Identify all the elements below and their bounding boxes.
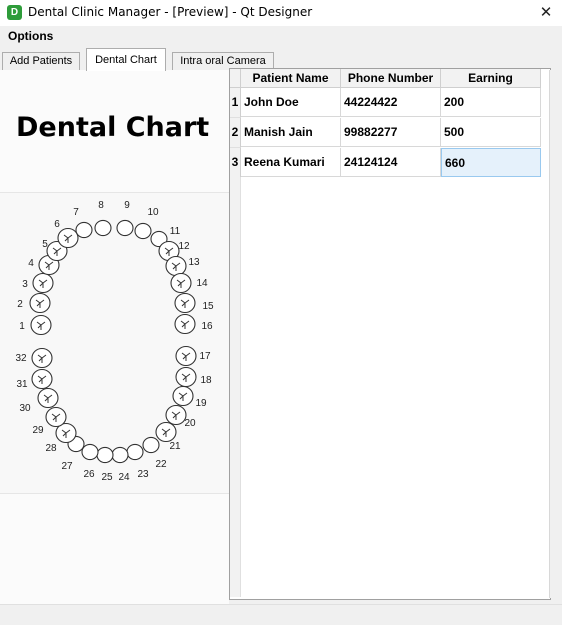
status-bar [0, 604, 562, 625]
tooth-number-label: 7 [73, 207, 79, 218]
cell-earning[interactable]: 500 [441, 118, 541, 147]
tooth-22 [142, 436, 160, 454]
tooth-29 [45, 406, 67, 428]
tooth-number-label: 17 [199, 351, 211, 362]
tab-bar: Add Patients Dental Chart Intra oral Cam… [0, 46, 562, 71]
tooth-number-label: 4 [28, 258, 34, 269]
tooth-number-label: 27 [61, 461, 73, 472]
window-title: Dental Clinic Manager - [Preview] - Qt D… [28, 5, 313, 19]
tooth-number-label: 6 [54, 219, 60, 230]
tooth-1 [30, 314, 52, 336]
tooth-number-label: 31 [16, 379, 28, 390]
tooth-number-label: 30 [19, 403, 31, 414]
tooth-number-label: 11 [170, 226, 181, 237]
page-title: Dental Chart [16, 112, 210, 143]
row-header[interactable]: 1 [230, 88, 241, 118]
tooth-20 [165, 404, 187, 426]
tooth-3 [32, 272, 54, 294]
tooth-18 [175, 366, 197, 388]
tooth-6 [57, 227, 79, 249]
tooth-number-label: 29 [32, 425, 44, 436]
tooth-number-label: 19 [195, 398, 207, 409]
tooth-9 [116, 219, 134, 237]
tooth-30 [37, 387, 59, 409]
table-corner [230, 69, 241, 88]
tooth-number-label: 8 [98, 200, 104, 211]
tooth-32 [31, 347, 53, 369]
dental-chart-panel: Dental Chart 1 2 3 4 5 6 7 8 9 10 11 12 13 14 15 16 17 18… [0, 70, 229, 610]
tooth-19 [172, 385, 194, 407]
tooth-7 [75, 221, 93, 239]
tooth-number-label: 15 [202, 301, 214, 312]
chart-header: Dental Chart [0, 70, 229, 192]
title-bar: D Dental Clinic Manager - [Preview] - Qt… [0, 0, 562, 26]
cell-phone-number[interactable]: 24124124 [341, 148, 441, 177]
tab-dental-chart[interactable]: Dental Chart [86, 48, 166, 71]
app-icon: D [7, 5, 22, 20]
teeth-diagram: 12345678 91011121314151617181920212223242… [15, 200, 214, 483]
tooth-number-label: 18 [200, 375, 212, 386]
tooth-16 [174, 313, 196, 335]
cell-patient-name[interactable]: John Doe [241, 88, 341, 117]
tooth-number-label: 2 [17, 299, 23, 310]
tooth-2 [29, 292, 51, 314]
tooth-number-label: 26 [83, 469, 95, 480]
tooth-number-label: 23 [137, 469, 149, 480]
tooth-15 [174, 292, 196, 314]
tooth-23 [126, 443, 144, 461]
tooth-26 [81, 443, 99, 461]
tooth-number-label: 16 [201, 321, 213, 332]
tooth-21 [155, 421, 177, 443]
right-panel-edge [549, 70, 559, 598]
tooth-25 [96, 446, 114, 464]
tooth-number-label: 25 [101, 472, 113, 483]
row-header[interactable]: 2 [230, 118, 241, 148]
tooth-14 [170, 272, 192, 294]
tooth-17 [175, 345, 197, 367]
column-header-phone-number[interactable]: Phone Number [341, 69, 441, 88]
cell-patient-name[interactable]: Manish Jain [241, 118, 341, 147]
tooth-number-label: 21 [169, 441, 181, 452]
tooth-31 [31, 368, 53, 390]
tooth-10 [134, 222, 152, 240]
column-header-patient-name[interactable]: Patient Name [241, 69, 341, 88]
tooth-number-label: 22 [155, 459, 167, 470]
tooth-number-label: 3 [22, 279, 28, 290]
cell-earning[interactable]: 200 [441, 88, 541, 117]
tooth-number-label: 9 [124, 200, 130, 211]
tooth-number-label: 20 [184, 418, 196, 429]
tooth-number-label: 14 [196, 278, 208, 289]
tooth-number-label: 5 [42, 239, 48, 250]
tooth-number-label: 24 [118, 472, 130, 483]
column-header-earning[interactable]: Earning [441, 69, 541, 88]
cell-phone-number[interactable]: 44224422 [341, 88, 441, 117]
cell-phone-number[interactable]: 99882277 [341, 118, 441, 147]
patients-table[interactable]: Patient Name Phone Number Earning 1 John… [229, 68, 551, 600]
tooth-24 [111, 446, 129, 464]
tooth-number-label: 1 [19, 321, 25, 332]
tab-add-patients[interactable]: Add Patients [2, 52, 80, 71]
dental-chart-image: 1 2 3 4 5 6 7 8 9 10 11 12 13 14 15 16 17 18 19 20 21 22 23 24 2… [0, 192, 229, 494]
menu-options[interactable]: Options [8, 29, 53, 43]
tooth-number-label: 28 [45, 443, 57, 454]
row-header[interactable]: 3 [230, 148, 241, 178]
cell-earning-selected[interactable]: 660 [441, 148, 541, 177]
menu-bar: Options [0, 26, 562, 46]
cell-patient-name[interactable]: Reena Kumari [241, 148, 341, 177]
tooth-number-label: 10 [147, 207, 159, 218]
tooth-13 [165, 255, 187, 277]
close-button[interactable]: ✕ [530, 0, 562, 26]
tooth-number-label: 12 [178, 241, 190, 252]
tooth-8 [94, 219, 112, 237]
tooth-number-label: 13 [188, 257, 200, 268]
row-header-strip [230, 177, 241, 597]
tooth-number-label: 32 [15, 353, 27, 364]
